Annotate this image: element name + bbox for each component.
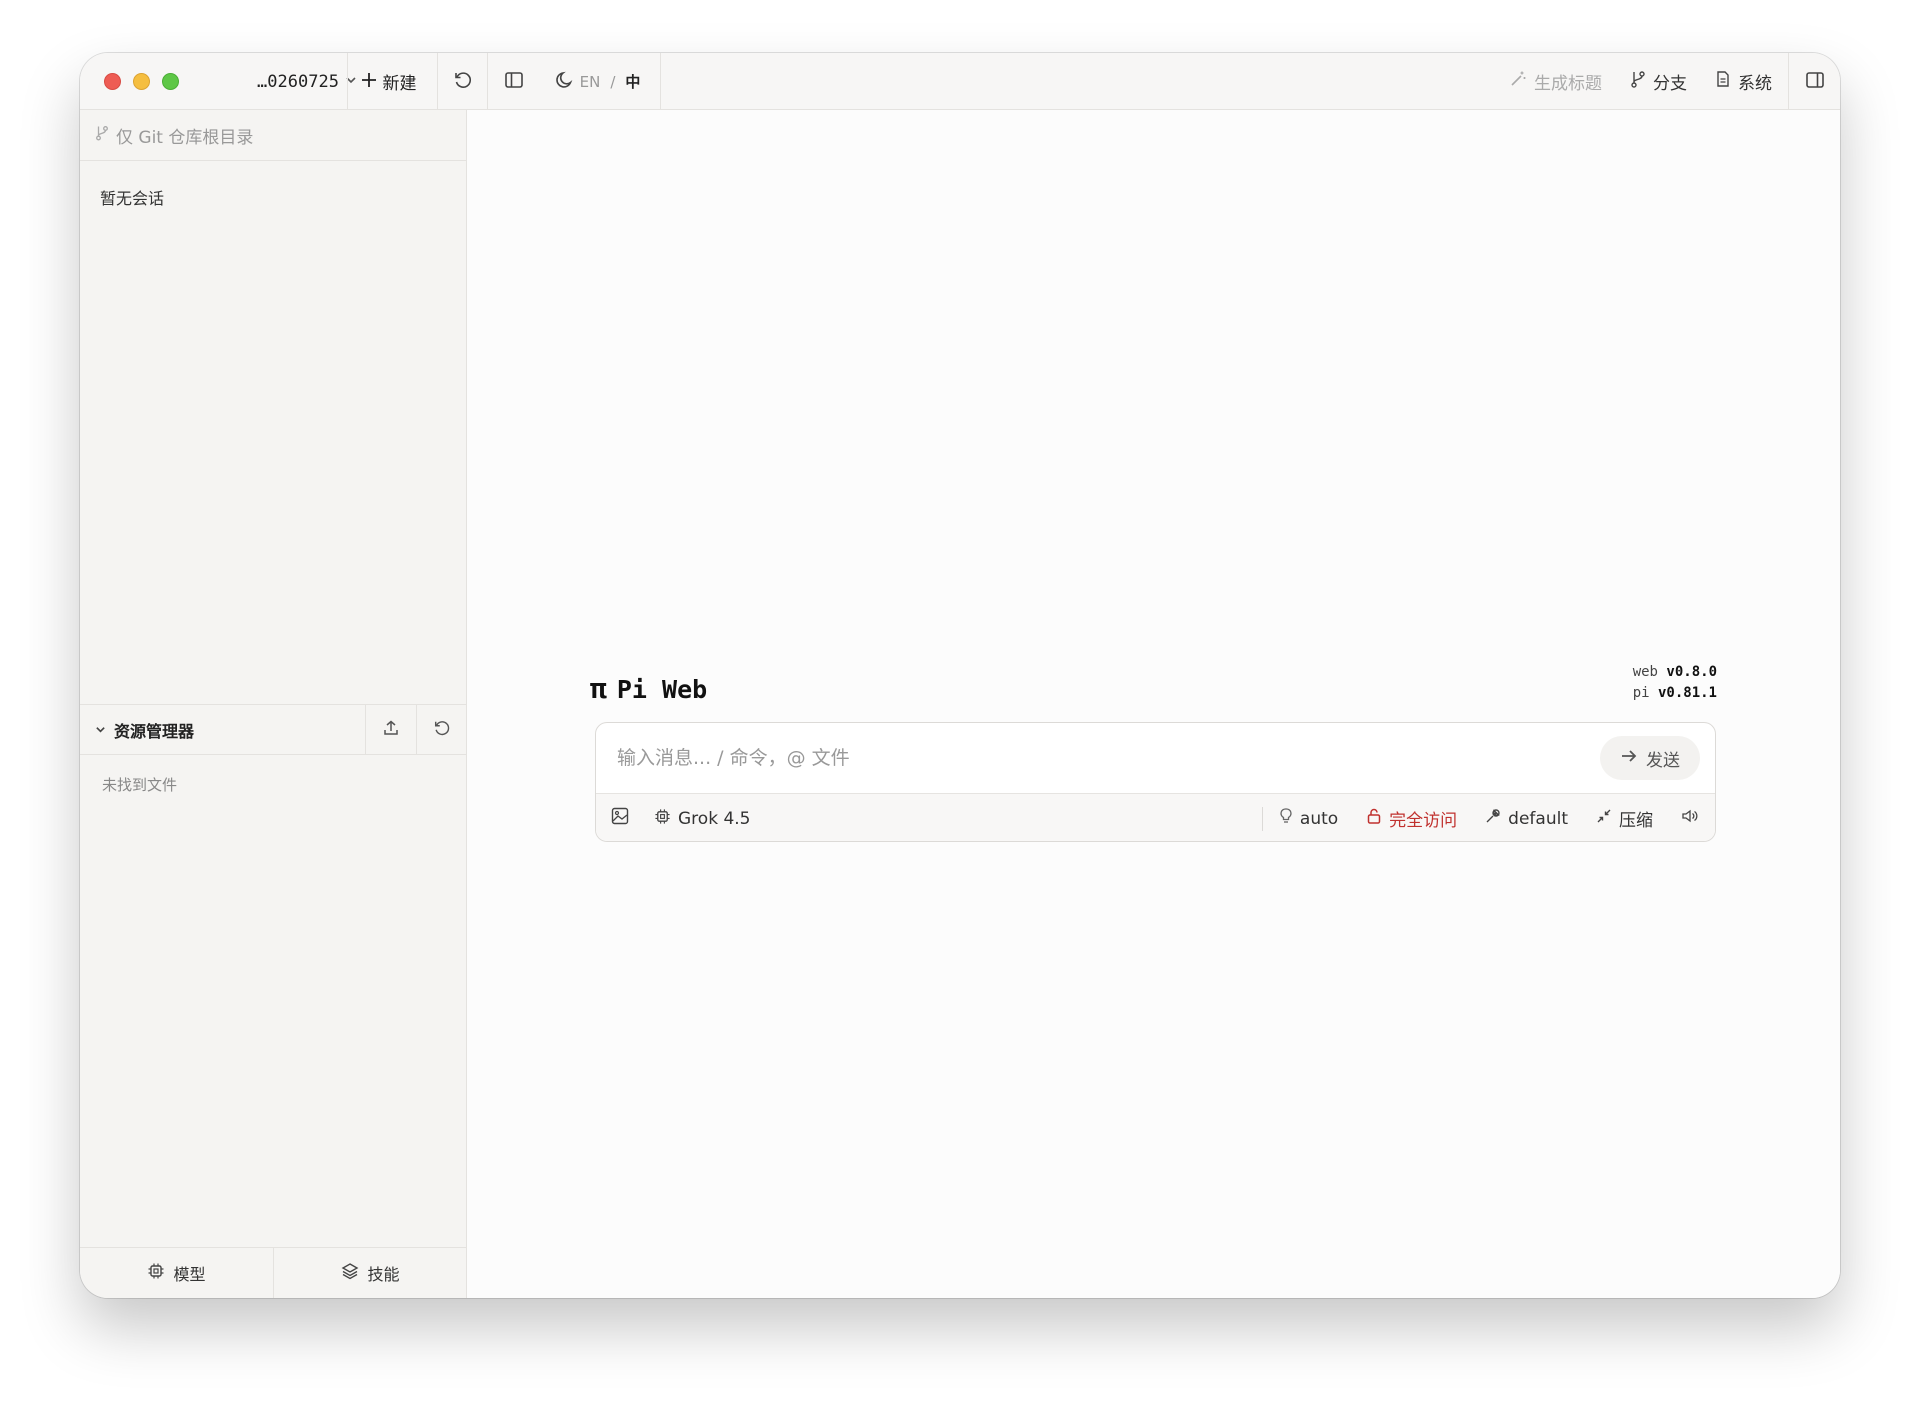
- no-files-text: 未找到文件: [102, 776, 178, 794]
- right-panel-icon: [1805, 70, 1825, 94]
- window-controls: [104, 53, 179, 110]
- models-label: 模型: [173, 1265, 206, 1284]
- explorer-toggle[interactable]: 资源管理器: [80, 718, 365, 742]
- document-icon: [1715, 70, 1731, 93]
- toggle-sidebar-button[interactable]: [488, 53, 540, 110]
- composer-toolbar: Grok 4.5 auto 完全访问 default 压缩: [596, 793, 1715, 841]
- language-switcher: EN / 中: [565, 53, 655, 110]
- git-branch-icon: [95, 125, 109, 146]
- web-version-row: web v0.8.0: [1633, 662, 1717, 683]
- brand-name: Pi Web: [616, 675, 708, 704]
- image-icon: [610, 806, 630, 831]
- app-window: …0260725 新建 EN / 中 生成标题 分支 系统 仅 Git 仓库根目…: [80, 53, 1840, 1298]
- system-prompt-button[interactable]: 系统: [1715, 69, 1772, 94]
- toolbar-divider: [1261, 806, 1263, 831]
- skills-label: 技能: [367, 1265, 400, 1284]
- plus-icon: [361, 71, 377, 93]
- git-root-filter-label: 仅 Git 仓库根目录: [116, 127, 254, 148]
- model-selector[interactable]: Grok 4.5: [654, 808, 750, 830]
- top-bar: …0260725 新建 EN / 中 生成标题 分支 系统: [80, 53, 1840, 110]
- lang-zh-option[interactable]: 中: [625, 71, 640, 92]
- lang-en-option[interactable]: EN: [580, 73, 601, 91]
- tools-preset-selector[interactable]: default: [1485, 808, 1568, 829]
- skills-button[interactable]: 技能: [273, 1248, 467, 1298]
- refresh-icon: [433, 719, 451, 741]
- wrench-icon: [1485, 808, 1501, 829]
- refresh-files-button[interactable]: [416, 704, 467, 755]
- new-session-button[interactable]: 新建: [340, 53, 437, 110]
- branch-button[interactable]: 分支: [1630, 69, 1687, 94]
- top-right-actions: 生成标题 分支 系统: [1509, 53, 1772, 110]
- sidebar: 仅 Git 仓库根目录 暂无会话 资源管理器 未找到文件 模型 技能: [80, 110, 467, 1298]
- composer-input-row: 发送: [596, 723, 1715, 793]
- speaker-icon: [1681, 808, 1699, 829]
- new-session-label: 新建: [382, 74, 417, 94]
- send-label: 发送: [1646, 750, 1680, 771]
- upload-button[interactable]: [365, 704, 416, 755]
- explorer-title: 资源管理器: [114, 721, 195, 741]
- thinking-label: auto: [1299, 808, 1339, 829]
- web-version-value: v0.8.0: [1666, 664, 1717, 680]
- message-input[interactable]: [617, 747, 1600, 769]
- cpu-icon: [147, 1262, 165, 1284]
- version-info: web v0.8.0 pi v0.81.1: [1633, 662, 1717, 704]
- explorer-header: 资源管理器: [80, 704, 467, 755]
- message-composer: 发送 Grok 4.5: [595, 722, 1716, 842]
- attach-image-button[interactable]: [610, 806, 630, 831]
- arrow-right-icon: [1620, 748, 1638, 769]
- layers-icon: [341, 1262, 359, 1284]
- branch-label: 分支: [1653, 74, 1687, 94]
- reload-button[interactable]: [438, 53, 487, 110]
- compress-label: 压缩: [1619, 811, 1653, 831]
- toggle-right-panel-button[interactable]: [1789, 53, 1840, 110]
- access-mode-selector[interactable]: 完全访问: [1366, 806, 1457, 831]
- thinking-level-selector[interactable]: auto: [1279, 807, 1338, 830]
- sidebar-icon: [504, 70, 524, 94]
- cpu-icon: [654, 808, 671, 830]
- compress-button[interactable]: 压缩: [1596, 806, 1653, 831]
- project-name: …0260725: [257, 71, 339, 92]
- empty-sessions-text: 暂无会话: [100, 189, 165, 208]
- brand-title: π Pi Web: [590, 672, 707, 705]
- chevron-down-icon: [95, 720, 106, 739]
- pi-version-value: v0.81.1: [1657, 685, 1717, 701]
- sidebar-footer: 模型 技能: [80, 1247, 467, 1298]
- model-label: Grok 4.5: [678, 808, 751, 829]
- unlock-icon: [1366, 807, 1382, 830]
- speech-button[interactable]: [1681, 808, 1699, 829]
- pi-logo: π: [590, 672, 607, 705]
- lightbulb-icon: [1279, 807, 1293, 830]
- system-label: 系统: [1738, 74, 1772, 94]
- minimize-window-button[interactable]: [133, 73, 150, 90]
- pi-version-key: pi: [1632, 685, 1650, 701]
- pi-version-row: pi v0.81.1: [1633, 683, 1717, 704]
- web-version-key: web: [1632, 664, 1658, 680]
- close-window-button[interactable]: [104, 73, 121, 90]
- git-root-filter[interactable]: 仅 Git 仓库根目录: [80, 110, 466, 161]
- generate-title-button[interactable]: 生成标题: [1509, 69, 1602, 94]
- tools-label: default: [1508, 808, 1568, 829]
- magic-wand-icon: [1509, 70, 1527, 93]
- models-button[interactable]: 模型: [80, 1248, 273, 1298]
- minimize-arrows-icon: [1596, 808, 1612, 829]
- send-button[interactable]: 发送: [1600, 736, 1700, 780]
- upload-icon: [382, 719, 400, 741]
- maximize-window-button[interactable]: [162, 73, 179, 90]
- git-branch-icon: [1630, 70, 1646, 93]
- refresh-icon: [453, 70, 473, 94]
- generate-title-label: 生成标题: [1534, 74, 1602, 94]
- lang-separator: /: [610, 72, 616, 91]
- main-area: π Pi Web web v0.8.0 pi v0.81.1 发送: [468, 110, 1840, 1298]
- access-label: 完全访问: [1389, 811, 1458, 831]
